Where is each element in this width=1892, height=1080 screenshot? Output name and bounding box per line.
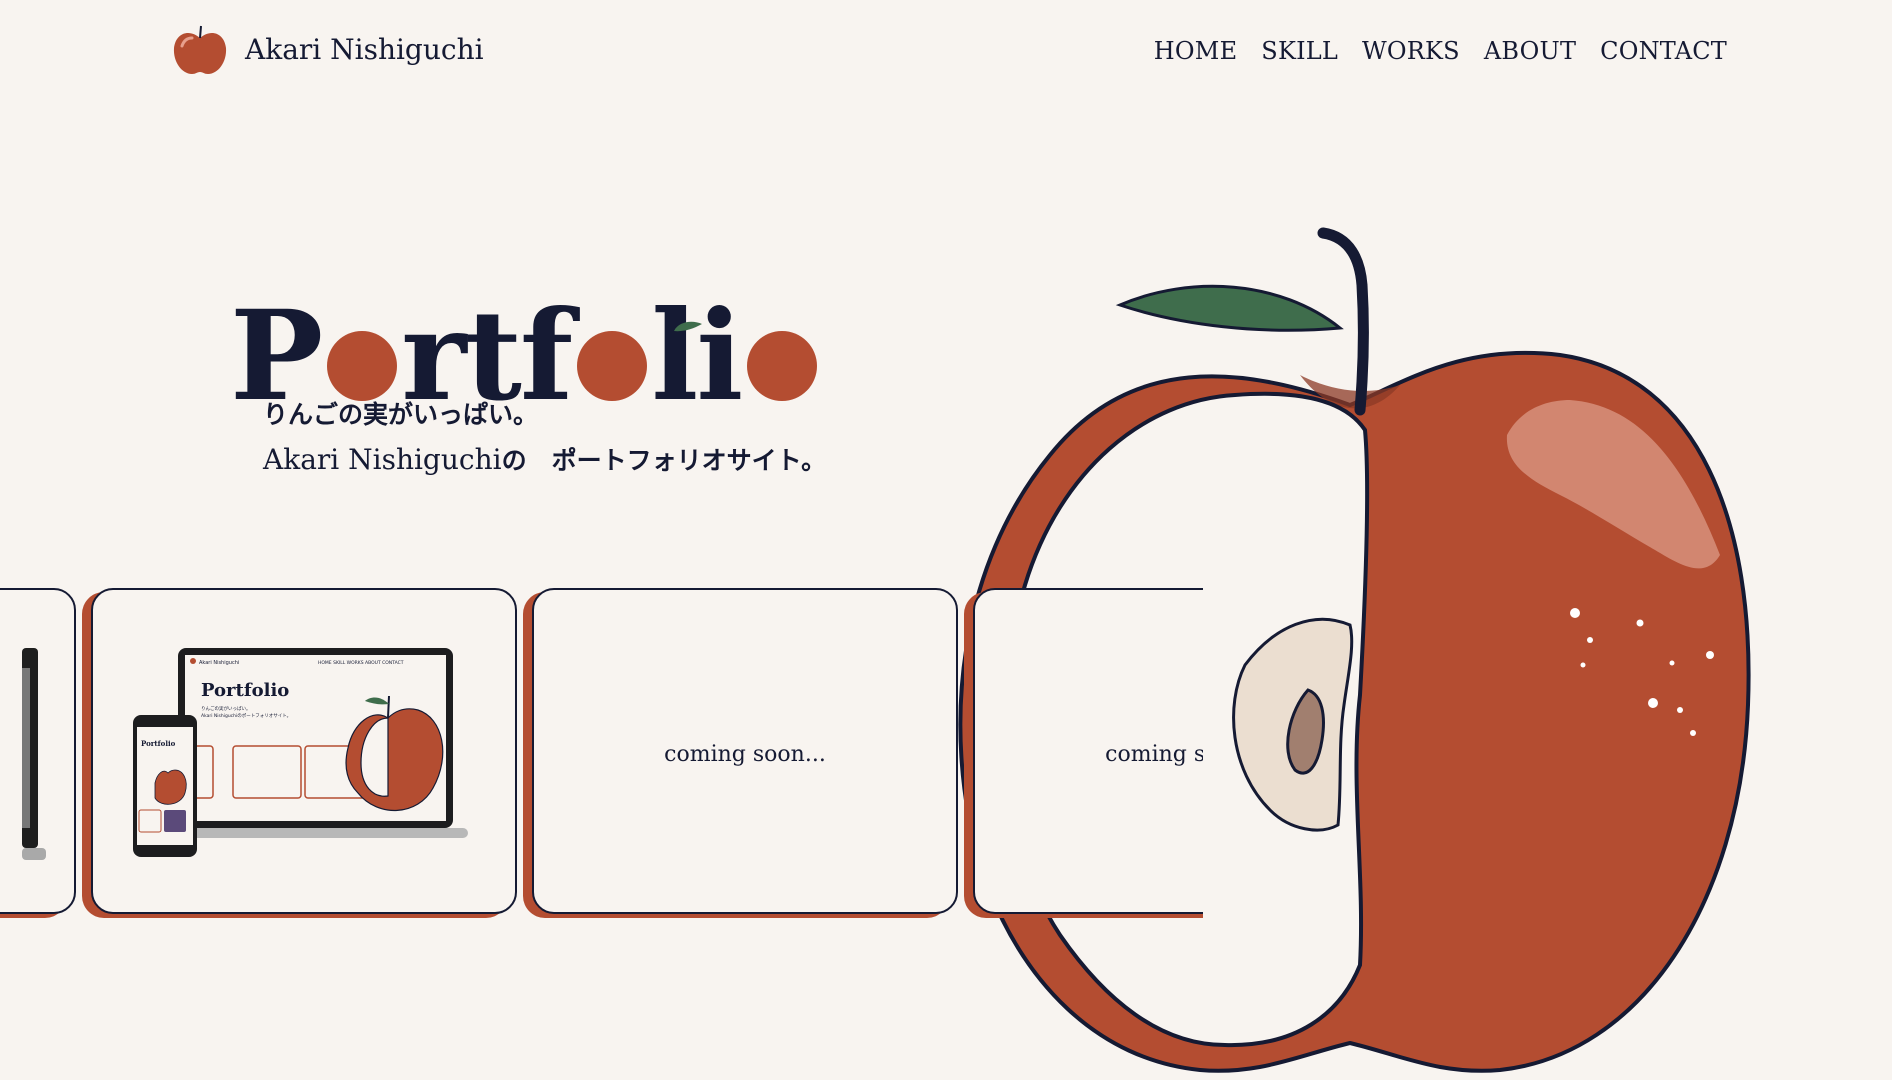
nav-contact[interactable]: CONTACT (1600, 37, 1727, 65)
mockup-tagline-2: Akari Nishiguchiのポートフォリオサイト。 (201, 712, 291, 719)
mockup-site-name: Akari Nishiguchi (199, 660, 239, 666)
coming-soon-label: coming soon... (1105, 742, 1203, 767)
mockup-tagline-1: りんごの実がいっぱい。 (201, 705, 251, 712)
mockup-phone-title: Portfolio (141, 739, 176, 748)
tagline-name: Akari Nishiguchi (263, 443, 502, 476)
coming-soon-label: coming soon... (664, 742, 826, 767)
work-card[interactable] (0, 588, 76, 914)
work-card[interactable]: coming soon... (973, 588, 1203, 914)
apple-logo-icon[interactable] (172, 24, 228, 78)
apple-o-icon (577, 331, 648, 402)
site-header: Akari Nishiguchi HOME SKILL WORKS ABOUT … (0, 0, 1892, 104)
nav-home[interactable]: HOME (1154, 37, 1238, 65)
mockup-title: Portfolio (201, 680, 289, 701)
nav-works[interactable]: WORKS (1362, 37, 1460, 65)
work-card[interactable]: Akari Nishiguchi HOME SKILL WORKS ABOUT … (91, 588, 517, 914)
mockup-nav: HOME SKILL WORKS ABOUT CONTACT (318, 660, 404, 666)
main-nav: HOME SKILL WORKS ABOUT CONTACT (1154, 37, 1727, 65)
nav-about[interactable]: ABOUT (1484, 37, 1576, 65)
apple-o-icon (327, 331, 398, 402)
work-thumbnail (22, 648, 46, 860)
nav-skill[interactable]: SKILL (1261, 37, 1338, 65)
tagline-line-1: りんごの実がいっぱい。 (263, 400, 539, 429)
leaf-icon (674, 321, 703, 332)
work-card[interactable]: coming soon... (532, 588, 958, 914)
tagline-suffix: の ポートフォリオサイト。 (501, 446, 827, 475)
site-name[interactable]: Akari Nishiguchi (245, 33, 484, 66)
works-carousel[interactable]: Akari Nishiguchi HOME SKILL WORKS ABOUT … (0, 586, 1203, 922)
apple-o-icon (747, 331, 818, 402)
work-thumbnail: Akari Nishiguchi HOME SKILL WORKS ABOUT … (133, 648, 468, 857)
hero-tagline: りんごの実がいっぱい。 Akari Nishiguchiの ポートフォリオサイト… (263, 392, 826, 483)
tagline-line-2: Akari Nishiguchiの ポートフォリオサイト。 (263, 437, 826, 483)
